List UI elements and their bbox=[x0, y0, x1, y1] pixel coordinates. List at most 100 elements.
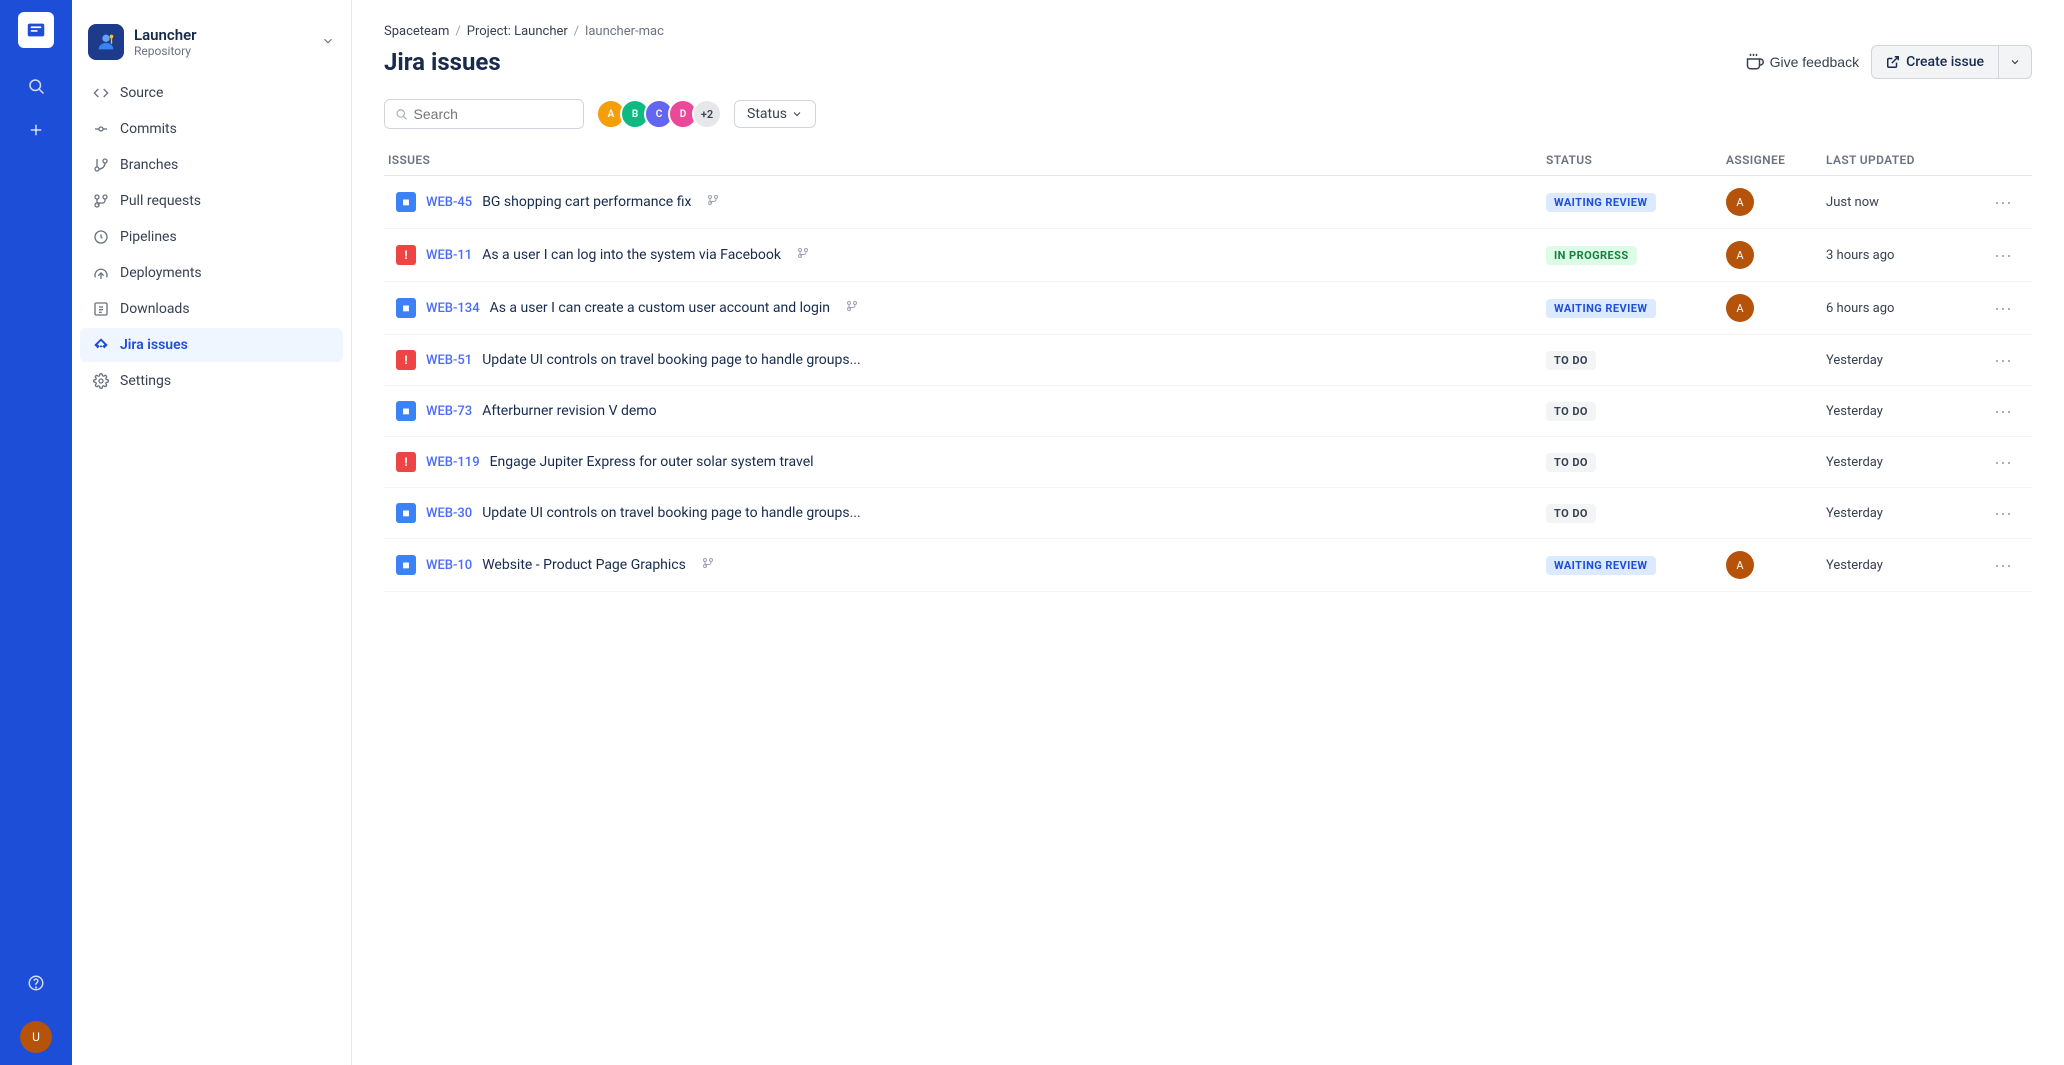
issue-actions-cell: ··· bbox=[1974, 386, 2032, 437]
sidebar-item-source[interactable]: Source bbox=[80, 76, 343, 110]
sidebar-item-commits-label: Commits bbox=[120, 121, 177, 137]
issue-title: Website - Product Page Graphics bbox=[482, 557, 686, 573]
sidebar-item-settings[interactable]: Settings bbox=[80, 364, 343, 398]
create-issue-main[interactable]: Create issue bbox=[1872, 46, 1999, 78]
commit-icon bbox=[92, 121, 110, 137]
filter-bar: A B C D +2 Status bbox=[384, 99, 2032, 129]
more-button[interactable]: ··· bbox=[1986, 552, 2020, 578]
create-issue-button[interactable]: Create issue bbox=[1871, 45, 2032, 79]
settings-icon bbox=[92, 373, 110, 389]
last-updated: Yesterday bbox=[1826, 455, 1883, 470]
more-button[interactable]: ··· bbox=[1986, 449, 2020, 475]
page-title: Jira issues bbox=[384, 48, 501, 76]
issue-cell: ! WEB-11 As a user I can log into the sy… bbox=[384, 229, 1534, 282]
issue-title: Update UI controls on travel booking pag… bbox=[482, 505, 860, 521]
last-updated: Yesterday bbox=[1826, 506, 1883, 521]
sidebar-item-pull-requests[interactable]: Pull requests bbox=[80, 184, 343, 218]
issue-id: WEB-11 bbox=[426, 248, 472, 263]
issue-updated-cell: Just now bbox=[1814, 176, 1974, 229]
issue-type-icon: ■ bbox=[396, 298, 416, 318]
search-box[interactable] bbox=[384, 99, 584, 129]
sidebar-item-branches-label: Branches bbox=[120, 157, 178, 173]
sidebar-repo-header[interactable]: Launcher Repository bbox=[72, 16, 351, 76]
assignee-avatar: A bbox=[1726, 294, 1754, 322]
repo-name: Launcher bbox=[134, 26, 311, 44]
issue-title: Engage Jupiter Express for outer solar s… bbox=[490, 454, 814, 470]
assignee-avatar: A bbox=[1726, 188, 1754, 216]
sidebar-item-commits[interactable]: Commits bbox=[80, 112, 343, 146]
sidebar-item-deployments-label: Deployments bbox=[120, 265, 202, 281]
issue-type-icon: ■ bbox=[396, 192, 416, 212]
breadcrumb-spaceteam[interactable]: Spaceteam bbox=[384, 24, 449, 39]
status-filter[interactable]: Status bbox=[734, 100, 816, 128]
help-icon[interactable] bbox=[18, 965, 54, 1001]
code-icon bbox=[92, 85, 110, 101]
search-icon bbox=[395, 107, 408, 121]
sidebar-item-downloads[interactable]: Downloads bbox=[80, 292, 343, 326]
user-avatar[interactable]: U bbox=[20, 1021, 52, 1053]
search-input[interactable] bbox=[414, 106, 573, 122]
table-row[interactable]: ! WEB-51 Update UI controls on travel bo… bbox=[384, 335, 2032, 386]
issue-id: WEB-10 bbox=[426, 558, 472, 573]
issue-status-cell: TO DO bbox=[1534, 386, 1714, 437]
sidebar-item-source-label: Source bbox=[120, 85, 163, 101]
give-feedback-label: Give feedback bbox=[1770, 54, 1860, 70]
status-badge: TO DO bbox=[1546, 453, 1596, 472]
issue-status-cell: WAITING REVIEW bbox=[1534, 282, 1714, 335]
issue-id: WEB-119 bbox=[426, 455, 480, 470]
create-issue-dropdown-arrow[interactable] bbox=[1999, 48, 2031, 76]
sidebar-item-deployments[interactable]: Deployments bbox=[80, 256, 343, 290]
issue-type-icon: ■ bbox=[396, 555, 416, 575]
table-row[interactable]: ! WEB-119 Engage Jupiter Express for out… bbox=[384, 437, 2032, 488]
more-button[interactable]: ··· bbox=[1986, 242, 2020, 268]
app-logo[interactable] bbox=[18, 12, 54, 48]
issue-assignee-cell bbox=[1714, 488, 1814, 539]
avatar-count[interactable]: +2 bbox=[692, 99, 722, 129]
table-row[interactable]: ■ WEB-73 Afterburner revision V demo TO … bbox=[384, 386, 2032, 437]
last-updated: 3 hours ago bbox=[1826, 248, 1894, 263]
sidebar-item-settings-label: Settings bbox=[120, 373, 171, 389]
table-row[interactable]: ■ WEB-10 Website - Product Page Graphics… bbox=[384, 539, 2032, 592]
table-row[interactable]: ■ WEB-45 BG shopping cart performance fi… bbox=[384, 176, 2032, 229]
issue-actions-cell: ··· bbox=[1974, 176, 2032, 229]
assignee-filter[interactable]: A B C D +2 bbox=[596, 99, 722, 129]
issue-id: WEB-30 bbox=[426, 506, 472, 521]
breadcrumb-project[interactable]: Project: Launcher bbox=[467, 24, 568, 39]
table-head: Issues Status Assignee Last updated bbox=[384, 145, 2032, 176]
status-badge: WAITING REVIEW bbox=[1546, 556, 1655, 575]
issue-updated-cell: 6 hours ago bbox=[1814, 282, 1974, 335]
issue-id: WEB-73 bbox=[426, 404, 472, 419]
search-icon[interactable] bbox=[18, 68, 54, 104]
last-updated: Just now bbox=[1826, 195, 1879, 210]
issue-title: Afterburner revision V demo bbox=[482, 403, 656, 419]
status-badge: TO DO bbox=[1546, 402, 1596, 421]
more-button[interactable]: ··· bbox=[1986, 398, 2020, 424]
issue-type-icon: ! bbox=[396, 245, 416, 265]
status-filter-label: Status bbox=[747, 106, 787, 122]
more-button[interactable]: ··· bbox=[1986, 295, 2020, 321]
more-button[interactable]: ··· bbox=[1986, 500, 2020, 526]
table-row[interactable]: ■ WEB-30 Update UI controls on travel bo… bbox=[384, 488, 2032, 539]
sidebar-item-branches[interactable]: Branches bbox=[80, 148, 343, 182]
more-button[interactable]: ··· bbox=[1986, 189, 2020, 215]
sidebar-item-pipelines[interactable]: Pipelines bbox=[80, 220, 343, 254]
sidebar-item-jira-issues[interactable]: Jira issues bbox=[80, 328, 343, 362]
branches-icon bbox=[92, 157, 110, 173]
more-button[interactable]: ··· bbox=[1986, 347, 2020, 373]
repo-sub: Repository bbox=[134, 44, 311, 58]
issue-actions-cell: ··· bbox=[1974, 335, 2032, 386]
issue-actions-cell: ··· bbox=[1974, 488, 2032, 539]
table-row[interactable]: ■ WEB-134 As a user I can create a custo… bbox=[384, 282, 2032, 335]
col-status: Status bbox=[1534, 145, 1714, 176]
issue-assignee-cell: A bbox=[1714, 539, 1814, 592]
add-icon[interactable] bbox=[18, 112, 54, 148]
issue-assignee-cell bbox=[1714, 335, 1814, 386]
status-badge: WAITING REVIEW bbox=[1546, 193, 1655, 212]
status-badge: TO DO bbox=[1546, 351, 1596, 370]
issue-updated-cell: Yesterday bbox=[1814, 488, 1974, 539]
give-feedback-button[interactable]: Give feedback bbox=[1746, 53, 1860, 71]
issue-cell: ■ WEB-30 Update UI controls on travel bo… bbox=[384, 488, 1534, 539]
issue-id: WEB-51 bbox=[426, 353, 472, 368]
table-row[interactable]: ! WEB-11 As a user I can log into the sy… bbox=[384, 229, 2032, 282]
issue-status-cell: TO DO bbox=[1534, 335, 1714, 386]
